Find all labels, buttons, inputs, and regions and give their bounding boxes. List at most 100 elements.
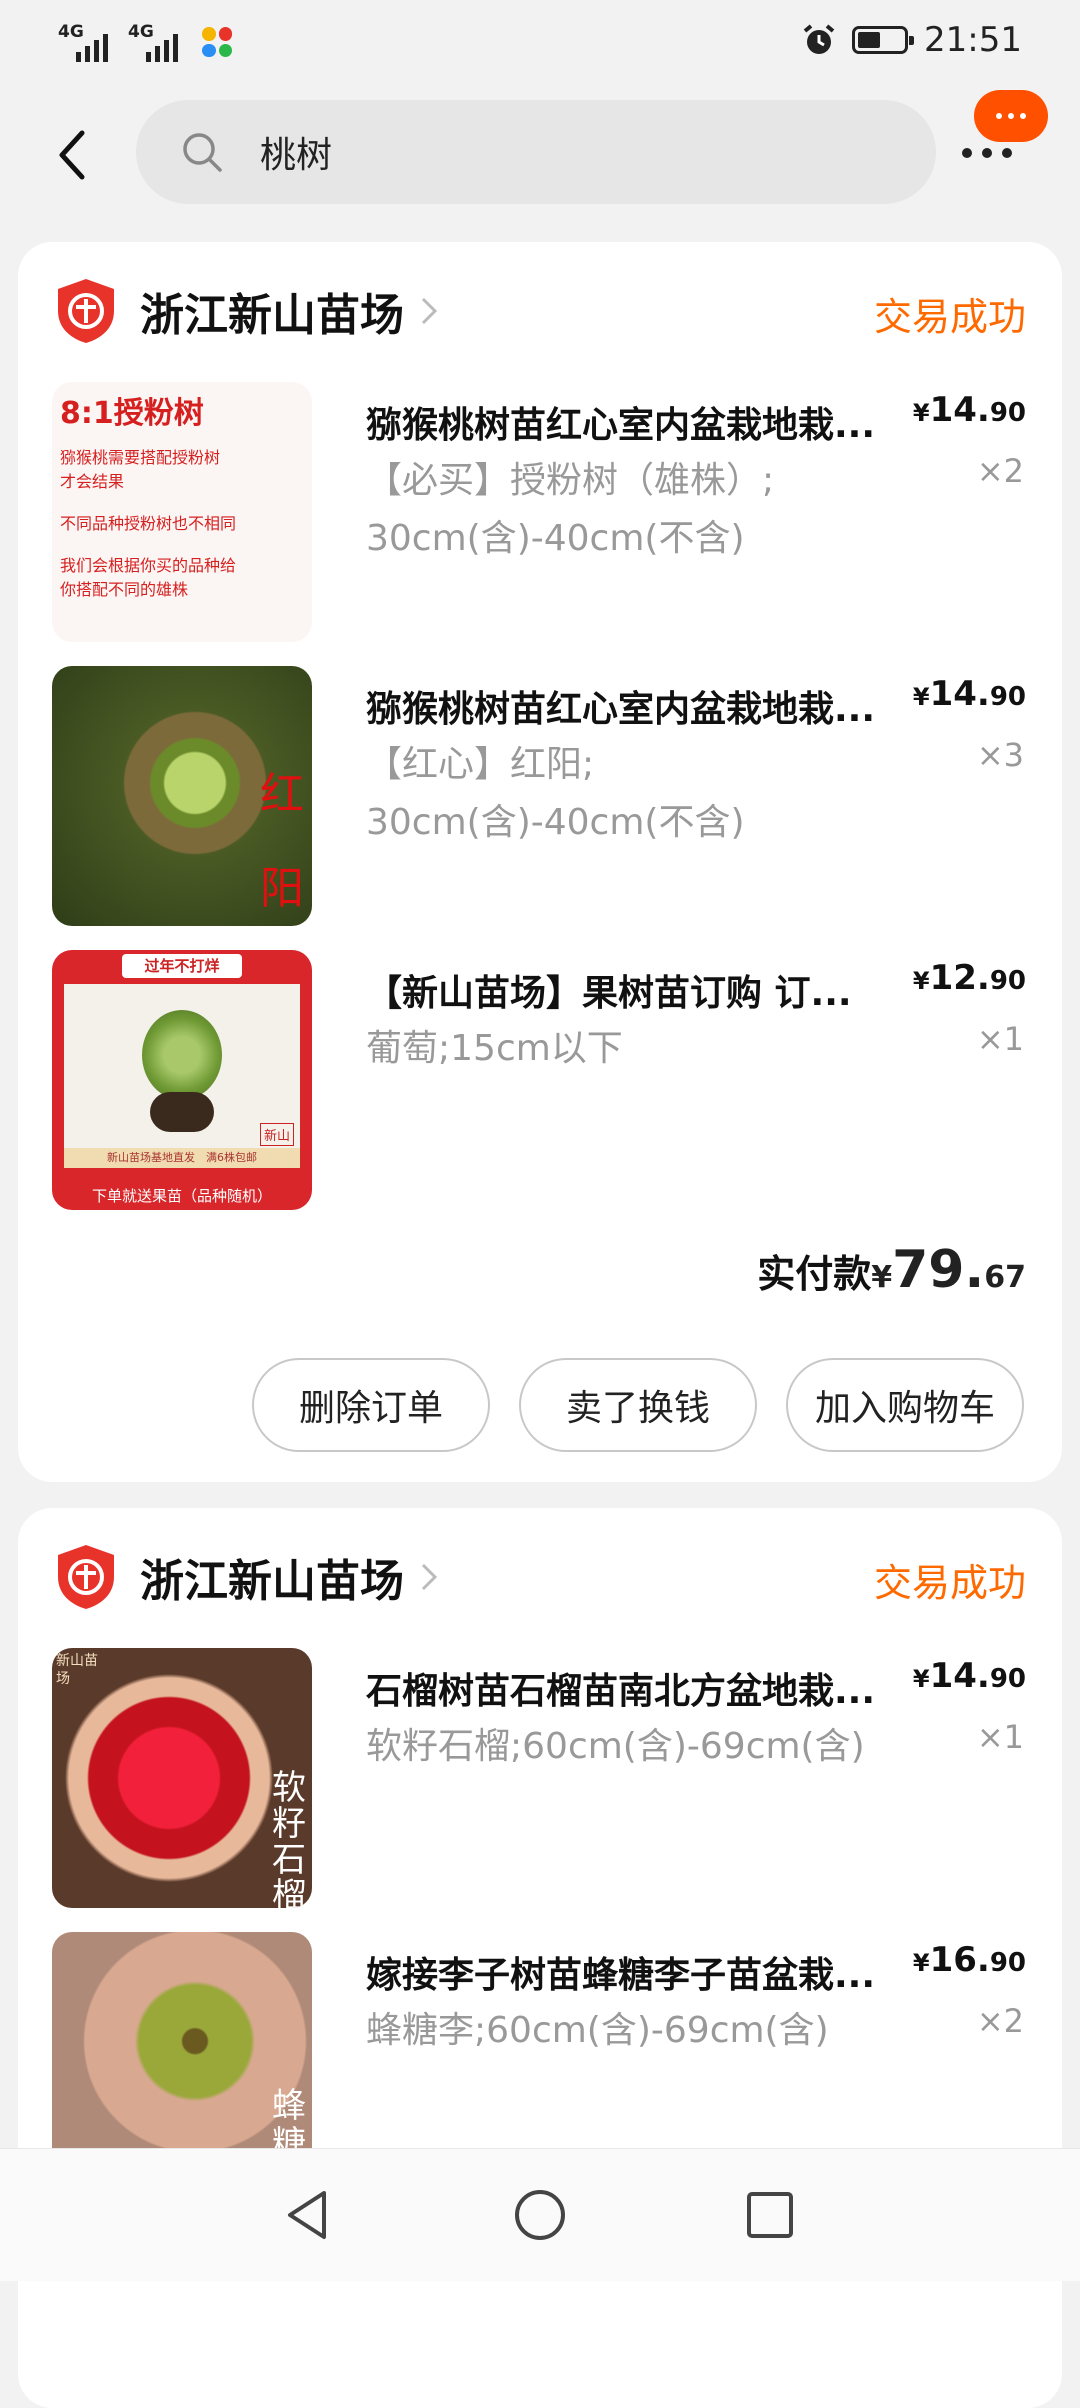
order-total: 实付款¥79.67 [757, 1240, 1026, 1300]
order-item[interactable]: 红 阳 猕猴桃树苗红心室内盆栽地栽... 【红心】红阳; 30cm(含)-40c… [52, 666, 1032, 926]
delete-order-button[interactable]: 删除订单 [252, 1358, 490, 1452]
product-image[interactable]: 新山苗场 软 籽 石 榴 [52, 1648, 312, 1908]
product-quantity: ×2 [976, 2002, 1024, 2040]
signal-icon: 4G [58, 22, 118, 62]
product-sku: 【必买】授粉树（雄株）; 30cm(含)-40cm(不含) [366, 452, 926, 568]
price-int: 14. [929, 1656, 990, 1696]
signal-icon: 4G [128, 22, 188, 62]
back-arrow-icon[interactable] [50, 125, 94, 185]
price-dec: 90 [989, 398, 1026, 428]
product-quantity: ×1 [976, 1020, 1024, 1058]
system-nav-bar [0, 2148, 1080, 2281]
product-image[interactable]: 8:1授粉树 猕猴桃需要搭配授粉树 才会结果 不同品种授粉树也不相同 我们会根据… [52, 382, 312, 642]
sku-line: 30cm(含)-40cm(不含) [366, 802, 745, 843]
price-dec: 90 [989, 682, 1026, 712]
sku-line: 软籽石榴;60cm(含)-69cm(含) [366, 1726, 865, 1767]
shop-name[interactable]: 浙江新山苗场 [140, 1545, 404, 1609]
product-title[interactable]: 【新山苗场】果树苗订购 订... [366, 964, 976, 1016]
product-quantity: ×2 [976, 452, 1024, 490]
product-price: ¥14.90 [913, 674, 1026, 714]
alarm-icon [803, 24, 835, 54]
status-left: 4G 4G [58, 22, 232, 62]
add-to-cart-button[interactable]: 加入购物车 [786, 1358, 1024, 1452]
sku-line: 葡萄;15cm以下 [366, 1028, 623, 1069]
product-price: ¥14.90 [913, 1656, 1026, 1696]
price-int: 16. [929, 1940, 990, 1980]
price-dec: 90 [989, 966, 1026, 996]
product-quantity: ×1 [976, 1718, 1024, 1756]
thumb-footer: 下单就送果苗（品种随机） [91, 1187, 272, 1205]
product-sku: 软籽石榴;60cm(含)-69cm(含) [366, 1718, 926, 1776]
search-icon [183, 133, 222, 172]
total-int: 79. [892, 1240, 985, 1300]
product-image[interactable]: 红 阳 [52, 666, 312, 926]
thumb-brand: 新山 [259, 1123, 294, 1146]
order-status: 交易成功 [873, 1561, 1026, 1605]
thumb-photo-area: 新山 新山苗场基地直发 满6株包邮 [64, 984, 300, 1168]
shop-header[interactable]: 浙江新山苗场 [56, 1542, 440, 1612]
product-title[interactable]: 石榴树苗石榴苗南北方盆地栽... [366, 1662, 976, 1714]
status-time: 21:51 [924, 20, 1022, 60]
order-card: 浙江新山苗场 交易成功 8:1授粉树 猕猴桃需要搭配授粉树 才会结果 不同品种授… [18, 242, 1062, 1482]
sku-line: 蜂糖李;60cm(含)-69cm(含) [366, 2010, 829, 2051]
currency-symbol: ¥ [912, 967, 930, 995]
product-title[interactable]: 猕猴桃树苗红心室内盆栽地栽... [366, 396, 976, 448]
soil-shape [150, 1092, 214, 1132]
thumb-text: 才会结果 [60, 472, 125, 491]
price-int: 14. [929, 674, 990, 714]
product-price: ¥14.90 [913, 390, 1026, 430]
thumb-overlay-text: 阳 [260, 863, 304, 914]
status-bar: 4G 4G 21:51 [0, 0, 1080, 90]
product-title[interactable]: 嫁接李子树苗蜂糖李子苗盆栽... [366, 1946, 976, 1998]
app-notification-icon [202, 27, 232, 57]
shop-header[interactable]: 浙江新山苗场 [56, 276, 440, 346]
product-quantity: ×3 [976, 736, 1024, 774]
thumb-overlay-text: 红 [260, 769, 304, 820]
more-menu-icon[interactable] [960, 90, 1048, 180]
nav-back-icon[interactable] [278, 2185, 338, 2245]
shop-logo-icon [58, 1545, 114, 1609]
currency-symbol: ¥ [912, 1949, 930, 1977]
product-sku: 蜂糖李;60cm(含)-69cm(含) [366, 2002, 926, 2060]
nav-home-icon[interactable] [510, 2185, 570, 2245]
message-badge-icon [974, 90, 1048, 142]
status-right: 21:51 [802, 20, 1022, 60]
thumb-text: 猕猴桃需要搭配授粉树 [60, 448, 221, 467]
thumb-badge: 新山苗场 [56, 1653, 98, 1687]
price-int: 14. [929, 390, 990, 430]
price-dec: 90 [989, 1664, 1026, 1694]
total-dec: 67 [984, 1260, 1026, 1295]
thumb-banner: 过年不打烊 [122, 954, 242, 978]
sku-line: 【必买】授粉树（雄株）; [366, 460, 775, 501]
thumb-strip: 新山苗场基地直发 满6株包邮 [64, 1148, 300, 1168]
nav-recents-icon[interactable] [740, 2185, 800, 2245]
total-label: 实付款 [757, 1252, 872, 1296]
resell-button[interactable]: 卖了换钱 [519, 1358, 757, 1452]
thumb-overlay-text: 榴 [272, 1876, 306, 1908]
currency-symbol: ¥ [912, 1665, 930, 1693]
search-bar[interactable]: 桃树 [136, 100, 936, 204]
chevron-right-icon [421, 297, 438, 325]
currency-symbol: ¥ [912, 683, 930, 711]
currency-symbol: ¥ [871, 1260, 893, 1295]
order-status: 交易成功 [873, 295, 1026, 339]
currency-symbol: ¥ [912, 399, 930, 427]
price-dec: 90 [989, 1948, 1026, 1978]
battery-icon [852, 26, 915, 54]
product-title[interactable]: 猕猴桃树苗红心室内盆栽地栽... [366, 680, 976, 732]
order-item[interactable]: 新山苗场 软 籽 石 榴 石榴树苗石榴苗南北方盆地栽... 软籽石榴;60cm(… [52, 1648, 1032, 1908]
product-sku: 葡萄;15cm以下 [366, 1020, 926, 1078]
sku-line: 【红心】红阳; [366, 744, 595, 785]
order-item[interactable]: 8:1授粉树 猕猴桃需要搭配授粉树 才会结果 不同品种授粉树也不相同 我们会根据… [52, 382, 1032, 642]
search-query[interactable]: 桃树 [260, 126, 332, 178]
thumb-heading: 8:1授粉树 [60, 396, 204, 431]
thumb-text: 不同品种授粉树也不相同 [60, 514, 237, 533]
shop-name[interactable]: 浙江新山苗场 [140, 279, 404, 343]
product-image[interactable]: 新山 新山苗场基地直发 满6株包邮 过年不打烊 下单就送果苗（品种随机） [52, 950, 312, 1210]
order-item[interactable]: 新山 新山苗场基地直发 满6株包邮 过年不打烊 下单就送果苗（品种随机） 【新山… [52, 950, 1032, 1210]
thumb-text: 你搭配不同的雄株 [60, 580, 189, 599]
plant-shape [142, 1010, 222, 1100]
product-price: ¥16.90 [913, 1940, 1026, 1980]
product-sku: 【红心】红阳; 30cm(含)-40cm(不含) [366, 736, 926, 852]
sku-line: 30cm(含)-40cm(不含) [366, 518, 745, 559]
